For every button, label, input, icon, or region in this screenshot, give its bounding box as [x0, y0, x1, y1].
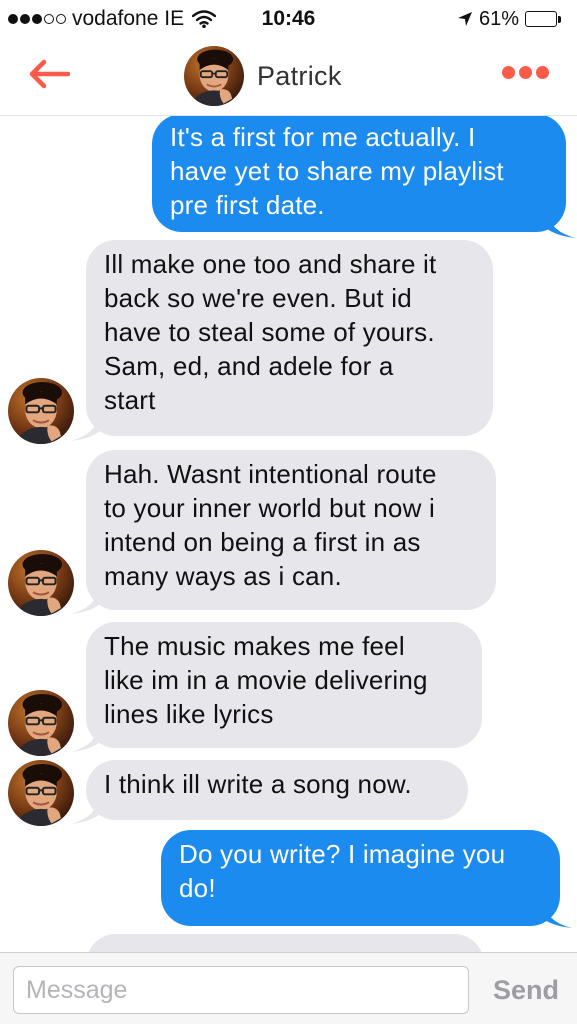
- back-button[interactable]: [22, 54, 76, 94]
- bubble-tail: [70, 586, 100, 614]
- message-composer: Send: [0, 952, 577, 1024]
- bubble-tail: [70, 724, 100, 752]
- more-dots-icon: [519, 66, 532, 79]
- message-bubble-incoming[interactable]: Hah. Wasnt intentional route to your inn…: [86, 450, 496, 610]
- bubble-tail: [546, 210, 576, 238]
- message-bubble-incoming[interactable]: I think ill write a song now.: [86, 760, 468, 820]
- message-text: It's a first for me actually. I have yet…: [170, 122, 504, 220]
- sender-avatar[interactable]: [8, 550, 74, 616]
- message-text: Do you write? I imagine you do!: [179, 839, 506, 903]
- status-right: 61%: [457, 6, 561, 32]
- message-text: I think ill write a song now.: [104, 769, 412, 799]
- bubble-tail: [70, 413, 100, 441]
- contact-header[interactable]: Patrick: [184, 45, 342, 107]
- sender-avatar[interactable]: [8, 690, 74, 756]
- back-arrow-icon: [29, 59, 70, 89]
- bubble-tail: [542, 900, 572, 928]
- message-bubble-incoming[interactable]: [86, 934, 484, 952]
- more-dots-icon: [502, 66, 515, 79]
- more-options-button[interactable]: [502, 66, 549, 79]
- message-text: The music makes me feel like im in a mov…: [104, 631, 428, 729]
- sender-avatar[interactable]: [8, 760, 74, 826]
- contact-avatar[interactable]: [184, 46, 244, 106]
- message-text: Hah. Wasnt intentional route to your inn…: [104, 459, 437, 591]
- location-arrow-icon: [457, 11, 473, 27]
- message-list[interactable]: It's a first for me actually. I have yet…: [0, 116, 577, 952]
- message-bubble-outgoing[interactable]: Do you write? I imagine you do!: [161, 830, 560, 926]
- chat-header: Patrick: [0, 38, 577, 116]
- bubble-tail: [70, 796, 100, 824]
- send-button[interactable]: Send: [493, 975, 559, 1006]
- status-bar: vodafone IE 10:46 61%: [0, 0, 577, 38]
- message-bubble-outgoing[interactable]: It's a first for me actually. I have yet…: [152, 116, 566, 232]
- battery-icon: [525, 11, 561, 27]
- message-input[interactable]: [13, 966, 469, 1014]
- message-bubble-incoming[interactable]: The music makes me feel like im in a mov…: [86, 622, 482, 748]
- contact-name[interactable]: Patrick: [257, 61, 342, 92]
- sender-avatar[interactable]: [8, 378, 74, 444]
- message-bubble-incoming[interactable]: Ill make one too and share it back so we…: [86, 240, 493, 436]
- battery-percentage: 61%: [478, 7, 519, 30]
- message-text: Ill make one too and share it back so we…: [104, 249, 437, 415]
- more-dots-icon: [536, 66, 549, 79]
